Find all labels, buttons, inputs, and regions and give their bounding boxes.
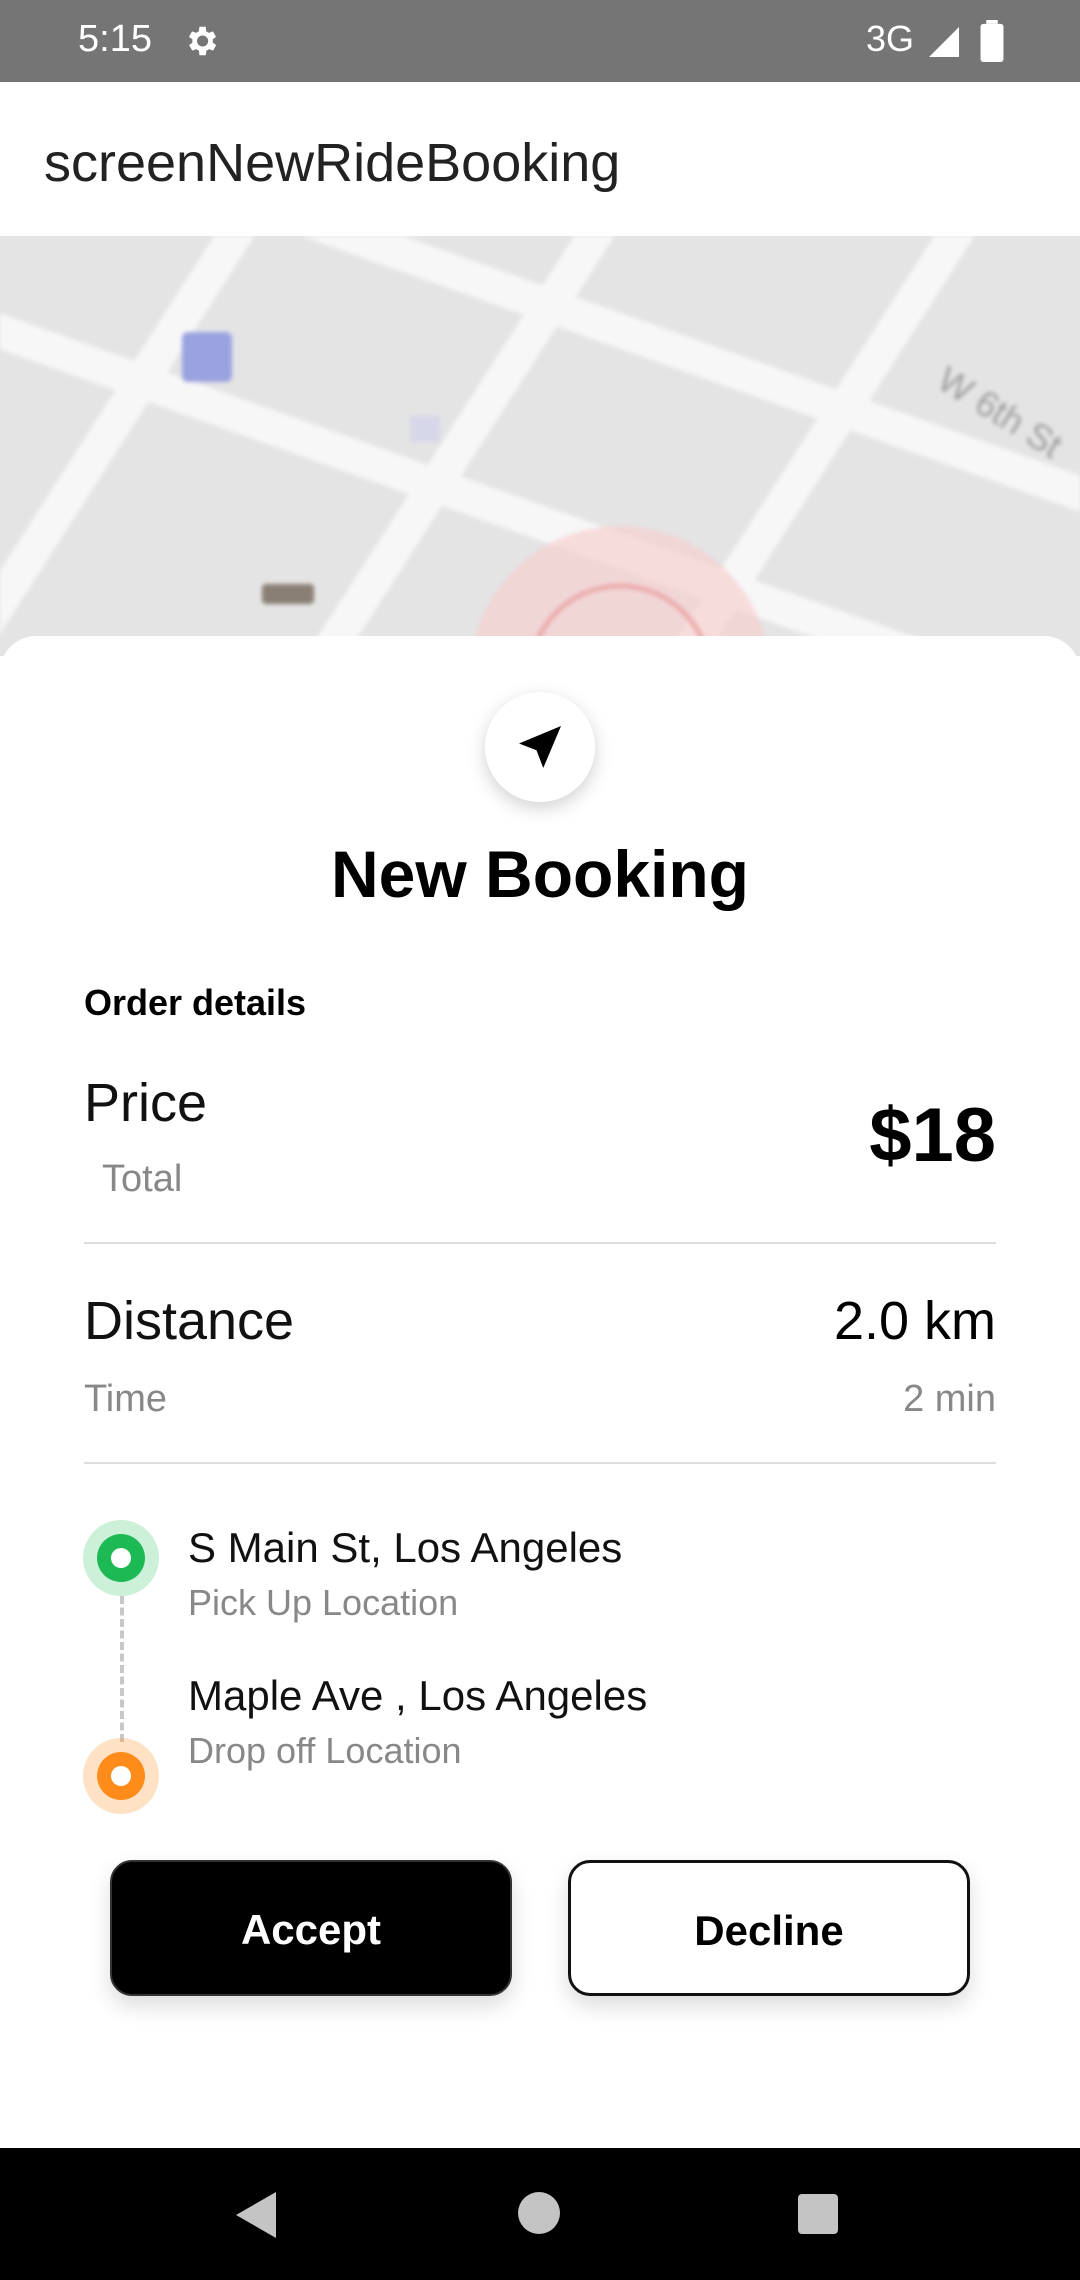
dropoff-marker xyxy=(83,1738,159,1814)
price-value: $18 xyxy=(869,1093,996,1178)
navigation-arrow-icon xyxy=(519,726,561,768)
price-sublabel: Total xyxy=(102,1158,183,1200)
settings-icon xyxy=(188,26,217,56)
divider xyxy=(84,1462,996,1464)
app-bar: screenNewRideBooking xyxy=(0,82,1080,236)
time-label: Time xyxy=(84,1378,168,1420)
status-bar: 5:15 3G xyxy=(0,0,1080,82)
map-view[interactable]: W 6th St xyxy=(0,236,1080,656)
map-graphic: W 6th St xyxy=(0,236,1080,656)
booking-title: New Booking xyxy=(330,837,749,911)
accept-button[interactable]: Accept xyxy=(110,1860,512,1996)
decline-button[interactable]: Decline xyxy=(568,1860,970,1996)
home-icon[interactable] xyxy=(518,2192,560,2234)
network-type: 3G xyxy=(866,18,915,59)
navigation-button[interactable] xyxy=(485,692,595,802)
order-details-heading: Order details xyxy=(84,982,307,1023)
dropoff-address: Maple Ave , Los Angeles xyxy=(188,1672,648,1719)
pickup-label: Pick Up Location xyxy=(188,1582,459,1623)
status-time: 5:15 xyxy=(78,18,152,60)
distance-value: 2.0 km xyxy=(833,1291,996,1351)
price-label: Price xyxy=(84,1073,208,1133)
pickup-address: S Main St, Los Angeles xyxy=(188,1524,623,1571)
system-nav-bar xyxy=(0,2148,1080,2280)
recents-icon[interactable] xyxy=(798,2194,838,2234)
time-value: 2 min xyxy=(903,1378,996,1420)
pickup-marker xyxy=(83,1520,159,1596)
distance-label: Distance xyxy=(84,1291,295,1351)
signal-icon xyxy=(929,27,959,57)
booking-sheet: New Booking Order details Price Total $1… xyxy=(0,636,1080,2148)
transit-icon xyxy=(182,332,232,382)
battery-icon xyxy=(980,20,1004,62)
back-icon[interactable] xyxy=(236,2192,280,2238)
dropoff-label: Drop off Location xyxy=(188,1730,462,1771)
page-title: screenNewRideBooking xyxy=(44,133,621,193)
route-connector xyxy=(120,1596,124,1742)
divider xyxy=(84,1242,996,1244)
